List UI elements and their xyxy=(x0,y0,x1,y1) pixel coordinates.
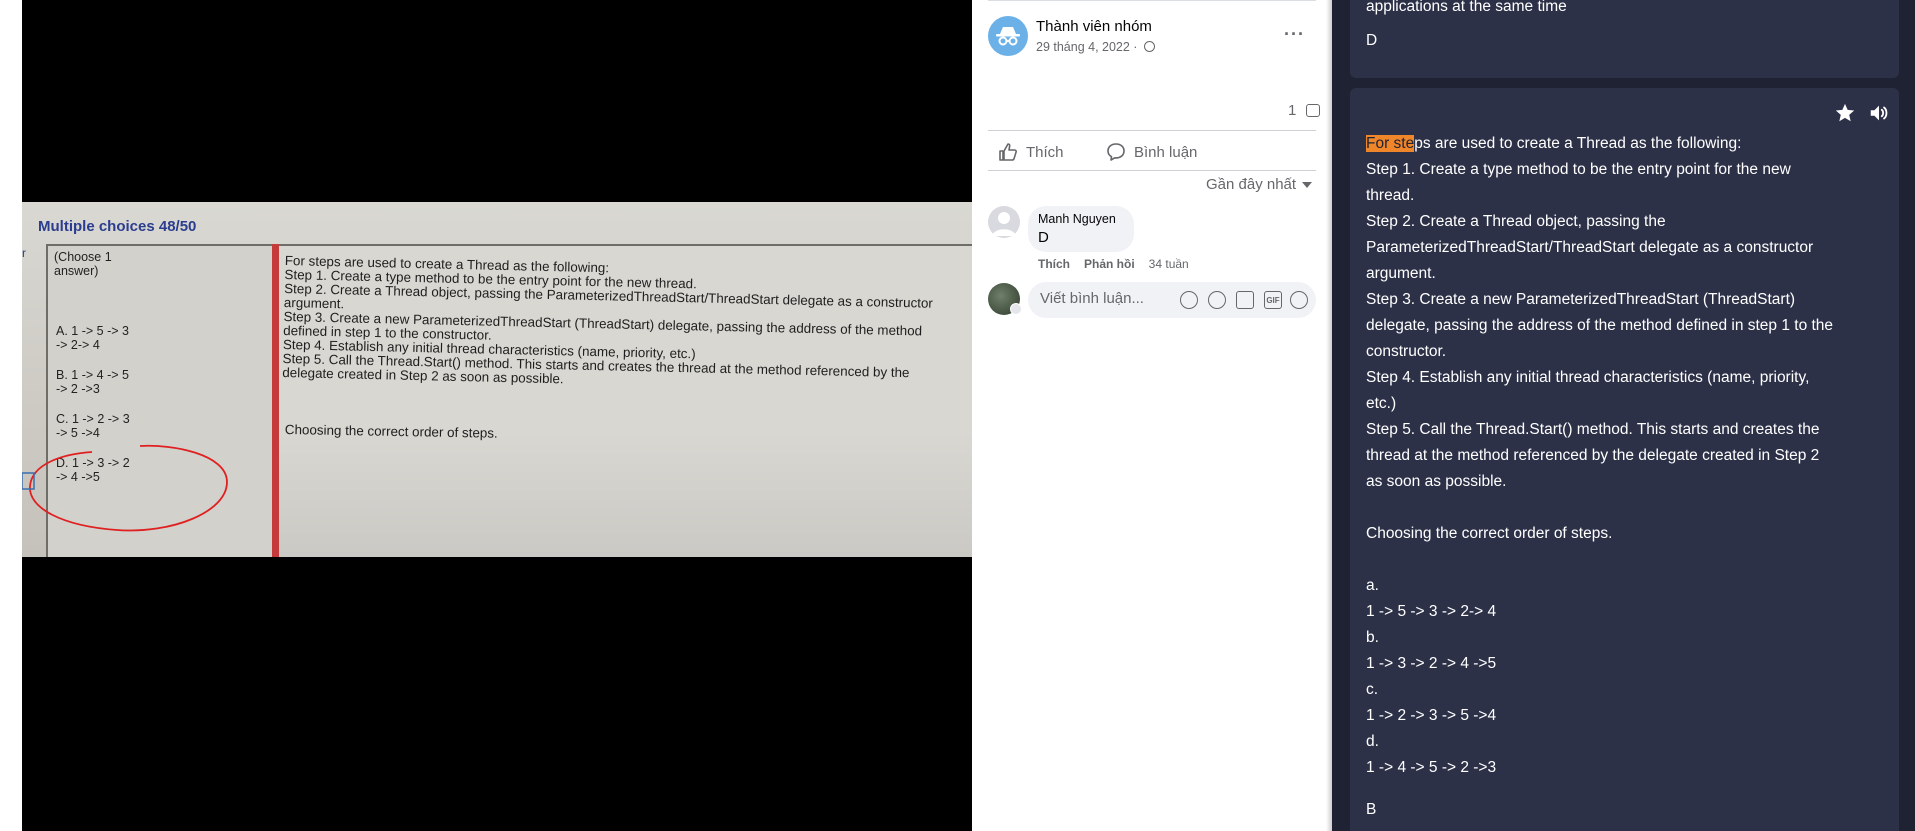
question-line: as soon as possible. xyxy=(1366,473,1507,490)
comment-button[interactable]: Bình luận xyxy=(1106,140,1197,164)
photo-choose-label: (Choose 1 answer) xyxy=(54,250,112,278)
like-label: Thích xyxy=(1026,143,1064,161)
question-line xyxy=(1366,495,1866,521)
photo-option-c: C. 1 -> 2 -> 3 -> 5 ->4 xyxy=(56,412,146,440)
sort-label: Gần đây nhất xyxy=(1206,176,1297,193)
comment-like-link[interactable]: Thích xyxy=(1038,257,1070,271)
commenter-name[interactable]: Manh Nguyen xyxy=(1038,212,1116,226)
speaker-icon[interactable] xyxy=(1868,102,1890,124)
camera-icon[interactable] xyxy=(1236,291,1254,309)
question-line: thread. xyxy=(1366,187,1415,204)
photo-option-c-line2: -> 5 ->4 xyxy=(56,426,100,440)
default-avatar-icon xyxy=(992,212,1016,236)
photo-question-text: For steps are used to create a Thread as… xyxy=(282,253,965,395)
post-author[interactable]: Thành viên nhóm xyxy=(1036,18,1152,35)
star-icon[interactable] xyxy=(1834,102,1856,124)
caret-down-icon xyxy=(1302,181,1313,188)
photo-r-mark: r xyxy=(22,246,26,260)
option-letter: d. xyxy=(1366,733,1379,750)
question-first-rest: ps are used to create a Thread as the fo… xyxy=(1414,135,1742,152)
option-letter: b. xyxy=(1366,629,1379,646)
question-lines: Step 1. Create a type method to be the e… xyxy=(1366,157,1866,781)
photo-option-a: A. 1 -> 5 -> 3 -> 2-> 4 xyxy=(56,324,146,352)
globe-icon xyxy=(1143,41,1155,52)
post-date-text: 29 tháng 4, 2022 · xyxy=(1036,40,1141,54)
comment-count-icon xyxy=(1306,104,1320,117)
question-line: thread at the method referenced by the d… xyxy=(1366,447,1820,464)
question-line xyxy=(1366,547,1866,573)
comment-count[interactable]: 1 xyxy=(1288,102,1296,119)
like-button[interactable]: Thích xyxy=(998,140,1064,164)
comment-text: D xyxy=(1038,229,1049,246)
divider xyxy=(988,170,1316,171)
chevron-down-icon[interactable] xyxy=(1010,303,1022,315)
option-text: 1 -> 2 -> 3 -> 5 ->4 xyxy=(1366,707,1497,724)
answer-text: B xyxy=(1366,801,1377,818)
question-line: Step 5. Call the Thread.Start() method. … xyxy=(1366,421,1820,438)
photo-header: Multiple choices 48/50 xyxy=(38,218,197,235)
comment-reply-link[interactable]: Phản hồi xyxy=(1084,257,1135,271)
comment-label: Bình luận xyxy=(1134,143,1198,161)
commenter-avatar[interactable] xyxy=(988,206,1020,238)
question-line: argument. xyxy=(1366,265,1436,282)
question-line: ParameterizedThreadStart/ThreadStart del… xyxy=(1366,239,1814,256)
photo-option-b-line2: -> 2 ->3 xyxy=(56,382,100,396)
question-body: For steps are used to create a Thread as… xyxy=(1366,131,1866,823)
question-line: Step 2. Create a Thread object, passing … xyxy=(1366,213,1666,230)
sticker-icon[interactable] xyxy=(1180,291,1198,309)
option-text: 1 -> 3 -> 2 -> 4 ->5 xyxy=(1366,655,1497,672)
photo-option-b: B. 1 -> 4 -> 5 -> 2 ->3 xyxy=(56,368,146,396)
search-highlight: For ste xyxy=(1366,135,1415,152)
speech-bubble-icon xyxy=(1107,143,1125,161)
comment-actions: Thích Phản hồi 34 tuần xyxy=(1038,257,1189,271)
question-line: Step 3. Create a new ParameterizedThread… xyxy=(1366,291,1796,308)
photo-viewer: Multiple choices 48/50 r (Choose 1 answe… xyxy=(0,0,972,831)
photo-red-divider xyxy=(272,244,279,557)
previous-question-card: applications at the same time D xyxy=(1350,0,1899,78)
post-panel: Thành viên nhóm 29 tháng 4, 2022 · ··· 1… xyxy=(972,0,1332,831)
previous-question-text: applications at the same time xyxy=(1366,0,1567,15)
anonymous-member-avatar[interactable] xyxy=(988,16,1028,56)
photo-option-c-line1: C. 1 -> 2 -> 3 xyxy=(56,412,130,426)
photo-option-d: D. 1 -> 3 -> 2 -> 4 ->5 xyxy=(56,456,146,484)
question-card: For steps are used to create a Thread as… xyxy=(1350,88,1899,831)
thumbs-up-icon xyxy=(999,143,1017,161)
photo-options-panel: (Choose 1 answer) A. 1 -> 5 -> 3 -> 2-> … xyxy=(46,244,272,557)
post-date[interactable]: 29 tháng 4, 2022 · xyxy=(1036,40,1155,54)
question-line: constructor. xyxy=(1366,343,1447,360)
incognito-icon xyxy=(996,27,1020,46)
option-letter: a. xyxy=(1366,577,1379,594)
option-letter: c. xyxy=(1366,681,1379,698)
photo-option-d-line2: -> 4 ->5 xyxy=(56,470,100,484)
emoji-icon[interactable] xyxy=(1208,291,1226,309)
comment-input-box[interactable]: GIF xyxy=(1028,282,1316,318)
comment-input[interactable] xyxy=(1040,290,1170,307)
question-line: Choosing the correct order of steps. xyxy=(1366,525,1613,542)
comment-time[interactable]: 34 tuần xyxy=(1149,257,1189,271)
avatar-sticker-icon[interactable] xyxy=(1290,291,1308,309)
quiz-photo[interactable]: Multiple choices 48/50 r (Choose 1 answe… xyxy=(22,202,972,557)
option-text: 1 -> 5 -> 3 -> 2-> 4 xyxy=(1366,603,1497,620)
option-text: 1 -> 4 -> 5 -> 2 ->3 xyxy=(1366,759,1497,776)
question-first-line: For steps are used to create a Thread as… xyxy=(1366,131,1866,157)
gif-icon[interactable]: GIF xyxy=(1264,291,1282,309)
question-line: etc.) xyxy=(1366,395,1397,412)
top-divider xyxy=(988,0,1316,1)
photo-option-b-line1: B. 1 -> 4 -> 5 xyxy=(56,368,129,382)
photo-shadow xyxy=(279,432,972,557)
previous-answer: D xyxy=(1366,32,1378,49)
reader-panel: applications at the same time D For step… xyxy=(1332,0,1915,831)
more-options-icon[interactable]: ··· xyxy=(1284,24,1305,45)
photo-option-d-line1: D. 1 -> 3 -> 2 xyxy=(56,456,130,470)
question-line: delegate, passing the address of the met… xyxy=(1366,317,1834,334)
question-line: Step 4. Establish any initial thread cha… xyxy=(1366,369,1810,386)
photo-option-a-line2: -> 2-> 4 xyxy=(56,338,100,352)
comment-sort-dropdown[interactable]: Gần đây nhất xyxy=(1206,176,1313,193)
question-line: Step 1. Create a type method to be the e… xyxy=(1366,161,1791,178)
divider xyxy=(988,130,1316,131)
photo-option-a-line1: A. 1 -> 5 -> 3 xyxy=(56,324,129,338)
